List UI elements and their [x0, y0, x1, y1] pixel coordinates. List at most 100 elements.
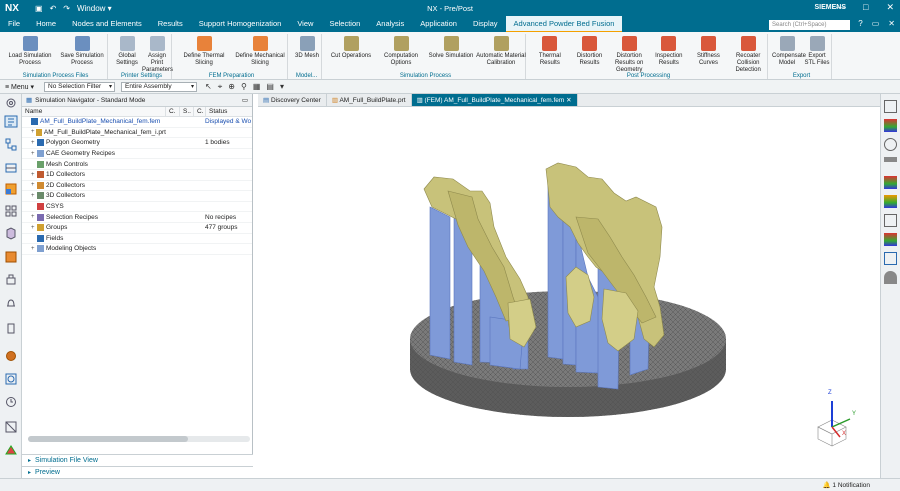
menu-selection[interactable]: Selection: [321, 16, 368, 33]
tree-row[interactable]: CSYS: [22, 202, 252, 213]
menu-view[interactable]: View: [289, 16, 321, 33]
menu-home[interactable]: Home: [28, 16, 64, 33]
cut-operations-button[interactable]: Cut Operations: [326, 36, 376, 60]
menu-file[interactable]: File: [0, 16, 28, 33]
funnel-icon[interactable]: [884, 157, 897, 170]
tree-row[interactable]: +3D Collectors: [22, 191, 252, 202]
column-c2[interactable]: C.: [194, 107, 206, 116]
maximize-icon[interactable]: □: [863, 2, 868, 13]
select-arrow-icon[interactable]: ↖: [205, 82, 212, 92]
window-menu[interactable]: Window ▾: [77, 4, 112, 13]
tab-part[interactable]: ▥ AM_Full_BuildPlate.prt: [327, 94, 412, 106]
filter-icon[interactable]: ⚲: [241, 82, 247, 92]
horizontal-scrollbar[interactable]: [28, 436, 250, 442]
result-compare-icon[interactable]: [884, 195, 897, 208]
help-icon[interactable]: ?: [858, 19, 862, 28]
tree-row[interactable]: + Polygon Geometry 1 bodies: [22, 138, 252, 149]
tree-row[interactable]: +2D Collectors: [22, 181, 252, 192]
simulation-file-view-section[interactable]: ▸ Simulation File View: [22, 454, 253, 466]
select-feature-icon[interactable]: ⌖: [218, 82, 223, 92]
command-search-input[interactable]: Search (Ctrl+Space): [769, 20, 850, 30]
solve-simulation-button[interactable]: Solve Simulation: [426, 36, 476, 60]
tree-row[interactable]: Fields: [22, 234, 252, 245]
globe-icon[interactable]: [6, 351, 16, 361]
fem-results-icon[interactable]: [5, 183, 17, 195]
automatic-material-calibration-button[interactable]: Automatic Material Calibration: [476, 36, 526, 67]
menu-analysis[interactable]: Analysis: [368, 16, 412, 33]
load-simulation-process-button[interactable]: Load Simulation Process: [4, 36, 56, 67]
scrollbar-thumb[interactable]: [28, 436, 188, 442]
stl-icon[interactable]: [884, 252, 897, 265]
save-simulation-process-button[interactable]: Save Simulation Process: [56, 36, 108, 67]
undo-icon[interactable]: ↶: [50, 4, 57, 13]
preview-section[interactable]: ▸ Preview: [22, 466, 253, 478]
maximize-panel-icon[interactable]: ▭: [242, 96, 248, 104]
additive-icon[interactable]: [5, 251, 17, 263]
menu-results[interactable]: Results: [150, 16, 191, 33]
bell-icon[interactable]: [7, 299, 15, 307]
more-icon[interactable]: ▾: [280, 82, 284, 92]
recoater-collision-detection-button[interactable]: Recoater Collision Detection: [728, 36, 768, 74]
close-tab-icon[interactable]: ✕: [566, 97, 571, 104]
define-thermal-slicing-button[interactable]: Define Thermal Slicing: [176, 36, 232, 67]
notification-area[interactable]: 🔔 1 Notification: [823, 481, 870, 489]
tree-row[interactable]: AM_Full_BuildPlate_Mechanical_fem.fem Dis…: [22, 117, 252, 128]
3d-mesh-button[interactable]: 3D Mesh: [292, 36, 322, 60]
column-status[interactable]: Status: [206, 107, 252, 116]
global-settings-button[interactable]: Global Settings: [112, 36, 142, 67]
color-icon[interactable]: [5, 445, 17, 455]
tab-discovery-center[interactable]: ▤ Discovery Center: [258, 94, 327, 106]
menu-button[interactable]: ≡ Menu ▾: [5, 83, 34, 91]
reuse-library-icon[interactable]: [6, 227, 16, 240]
computation-options-button[interactable]: Computation Options: [376, 36, 426, 67]
tree-row[interactable]: +1D Collectors: [22, 170, 252, 181]
document-icon[interactable]: [7, 323, 15, 334]
save-icon[interactable]: ▣: [35, 4, 43, 13]
scope-dropdown[interactable]: Entire Assembly: [121, 81, 198, 92]
selection-filter-dropdown[interactable]: No Selection Filter: [44, 81, 116, 92]
thermal-result-icon[interactable]: [884, 119, 897, 132]
simulation-navigator-icon[interactable]: [4, 115, 18, 128]
settings-icon[interactable]: [6, 98, 16, 108]
history-icon[interactable]: [6, 274, 16, 285]
select-all-icon[interactable]: ▦: [253, 82, 261, 92]
column-name[interactable]: Name: [22, 107, 166, 116]
snap-point-icon[interactable]: ⊕: [228, 82, 235, 92]
tree-row[interactable]: + Modeling Objects: [22, 244, 252, 255]
thermal-results-button[interactable]: Thermal Results: [530, 36, 570, 67]
menu-nodes-and-elements[interactable]: Nodes and Elements: [64, 16, 150, 33]
tree-row[interactable]: Mesh Controls: [22, 159, 252, 170]
column-c1[interactable]: C.: [166, 107, 180, 116]
report-icon[interactable]: [884, 214, 897, 227]
tree-row[interactable]: + AM_Full_BuildPlate_Mechanical_fem_i.prt: [22, 128, 252, 139]
palette-icon[interactable]: [5, 421, 17, 433]
assembly-navigator-icon[interactable]: [5, 138, 17, 151]
close-part-icon[interactable]: ✕: [888, 19, 895, 28]
menu-support-homogenization[interactable]: Support Homogenization: [191, 16, 290, 33]
roles-icon[interactable]: [5, 205, 17, 217]
assign-print-parameters-button[interactable]: Assign Print Parameters: [142, 36, 173, 74]
graphics-window[interactable]: Z Y X: [258, 107, 880, 478]
compensate-model-button[interactable]: Compensate Model: [772, 36, 806, 67]
part-navigator-icon[interactable]: [5, 163, 17, 173]
define-mechanical-slicing-button[interactable]: Define Mechanical Slicing: [232, 36, 288, 67]
deselect-icon[interactable]: ▤: [266, 82, 274, 92]
inspection-results-button[interactable]: Inspection Results: [649, 36, 689, 67]
menu-advanced-powder-bed-fusion[interactable]: Advanced Powder Bed Fusion: [505, 16, 623, 33]
menu-display[interactable]: Display: [465, 16, 506, 33]
clock-icon[interactable]: [6, 397, 16, 407]
web-browser-icon[interactable]: [5, 373, 17, 385]
column-s[interactable]: S..: [180, 107, 194, 116]
tree-row[interactable]: + Selection Recipes No recipes: [22, 212, 252, 223]
minimize-ribbon-icon[interactable]: ▭: [872, 19, 880, 28]
result-plot-icon[interactable]: [884, 176, 897, 189]
close-icon[interactable]: ✕: [886, 2, 894, 13]
export-stl-files-button[interactable]: Export STL Files: [802, 36, 832, 67]
plot-icon[interactable]: [884, 233, 897, 246]
distortion-results-on-geometry-button[interactable]: Distortion Results on Geometry: [609, 36, 649, 74]
redo-icon[interactable]: ↷: [63, 4, 70, 13]
distortion-results-button[interactable]: Distortion Results: [570, 36, 610, 67]
mesh-shape-icon[interactable]: [884, 271, 897, 284]
tab-fem[interactable]: ▥ (FEM) AM_Full_BuildPlate_Mechanical_fe…: [411, 94, 578, 106]
tree-row[interactable]: + CAE Geometry Recipes: [22, 149, 252, 160]
